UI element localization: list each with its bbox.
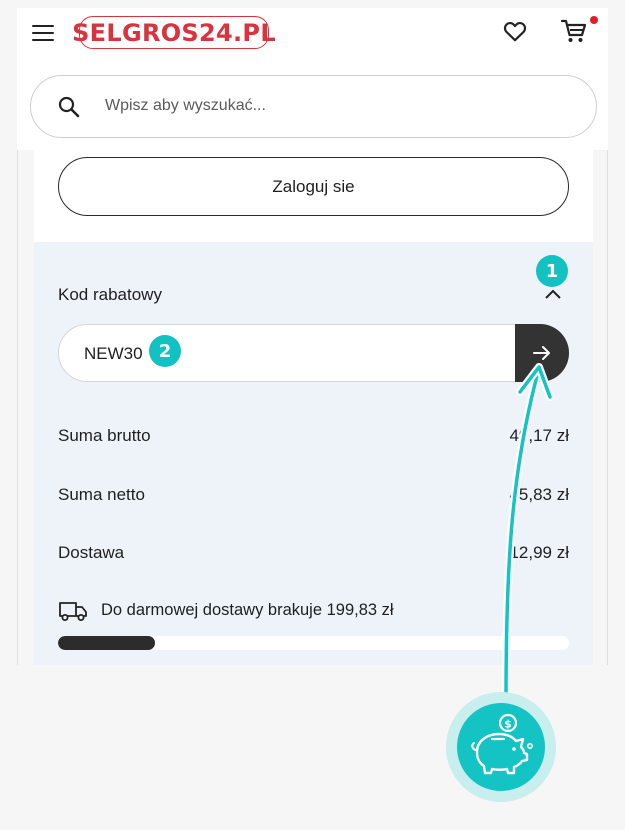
menu-icon[interactable] bbox=[32, 25, 54, 41]
net-total-label: Suma netto bbox=[58, 485, 145, 504]
free-delivery-progress-bar bbox=[58, 636, 569, 650]
panel-border-left bbox=[17, 150, 18, 665]
free-delivery-progress-fill bbox=[58, 636, 156, 650]
delivery-label: Dostawa bbox=[58, 543, 125, 562]
panel-border-right bbox=[607, 150, 608, 665]
delivery-value: 12,99 zł bbox=[509, 543, 569, 562]
step-badge-2: 2 bbox=[149, 335, 181, 367]
discount-code-label: Kod rabatowy bbox=[58, 285, 162, 304]
chevron-up-icon[interactable] bbox=[544, 288, 562, 300]
discount-code-value[interactable]: NEW30 bbox=[84, 344, 143, 364]
login-button[interactable]: Zaloguj sie bbox=[58, 157, 569, 216]
free-delivery-message: Do darmowej dostawy brakuje 199,83 zł bbox=[101, 601, 394, 619]
gross-total-value: 49,17 zł bbox=[509, 426, 569, 445]
arrow-right-icon bbox=[533, 346, 550, 360]
step-badge-1: 1 bbox=[536, 255, 568, 287]
piggy-bank-coin-icon: $ bbox=[471, 713, 534, 775]
truck-icon bbox=[59, 602, 87, 621]
heart-icon[interactable] bbox=[502, 18, 528, 44]
logo[interactable]: SELGROS24.PL bbox=[72, 16, 276, 49]
svg-text:$: $ bbox=[504, 718, 512, 731]
search-placeholder: Wpisz aby wyszukać... bbox=[105, 97, 266, 114]
gross-total-label: Suma brutto bbox=[58, 426, 151, 445]
cart-icon[interactable] bbox=[559, 16, 589, 46]
net-total-value: 45,83 zł bbox=[509, 485, 569, 504]
cart-notification-badge bbox=[590, 16, 598, 24]
search-icon bbox=[58, 96, 80, 118]
